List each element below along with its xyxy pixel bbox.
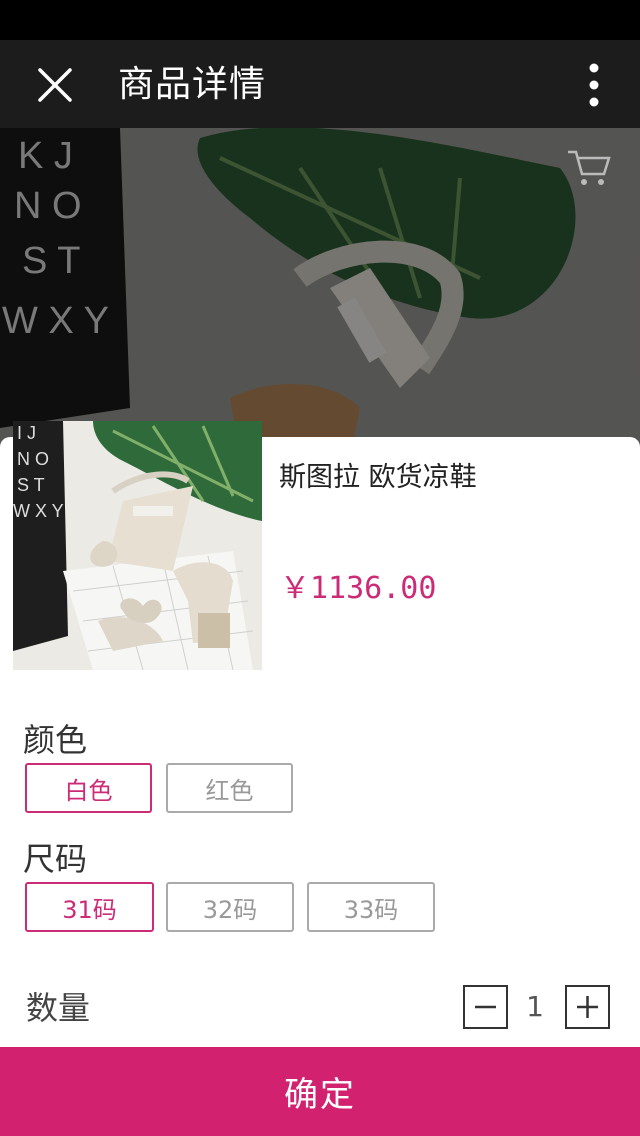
size-option-33[interactable]: 33码 — [307, 882, 435, 932]
color-section-label: 颜色 — [23, 721, 88, 759]
svg-text:I J: I J — [17, 423, 36, 443]
product-hero-image: K J N O S T W X Y — [0, 128, 640, 458]
more-vertical-icon[interactable] — [574, 60, 614, 110]
minus-icon — [475, 1005, 496, 1009]
size-option-32[interactable]: 32码 — [166, 882, 294, 932]
confirm-button[interactable]: 确定 — [0, 1047, 640, 1136]
product-price: ￥1136.00 — [280, 571, 437, 606]
color-option-red[interactable]: 红色 — [166, 763, 293, 813]
size-option-31[interactable]: 31码 — [25, 882, 154, 932]
product-thumbnail: I J N O S T W X Y — [13, 421, 262, 670]
quantity-value[interactable]: 1 — [510, 985, 560, 1029]
quantity-label: 数量 — [26, 989, 91, 1027]
overlay-dim — [0, 128, 640, 458]
svg-text:W X Y: W X Y — [13, 501, 64, 521]
quantity-increment-button[interactable] — [565, 985, 610, 1029]
svg-text:S T: S T — [17, 475, 45, 495]
svg-text:N O: N O — [17, 449, 49, 469]
product-name: 斯图拉 欧货凉鞋 — [279, 462, 477, 493]
plus-icon — [577, 996, 598, 1018]
close-icon[interactable] — [30, 60, 80, 110]
size-section-label: 尺码 — [23, 840, 88, 878]
color-option-white[interactable]: 白色 — [25, 763, 152, 813]
nav-bar: 商品详情 — [0, 40, 640, 128]
status-bar — [0, 0, 640, 40]
quantity-decrement-button[interactable] — [463, 985, 508, 1029]
cart-icon[interactable] — [566, 148, 612, 188]
page-title: 商品详情 — [118, 64, 267, 105]
